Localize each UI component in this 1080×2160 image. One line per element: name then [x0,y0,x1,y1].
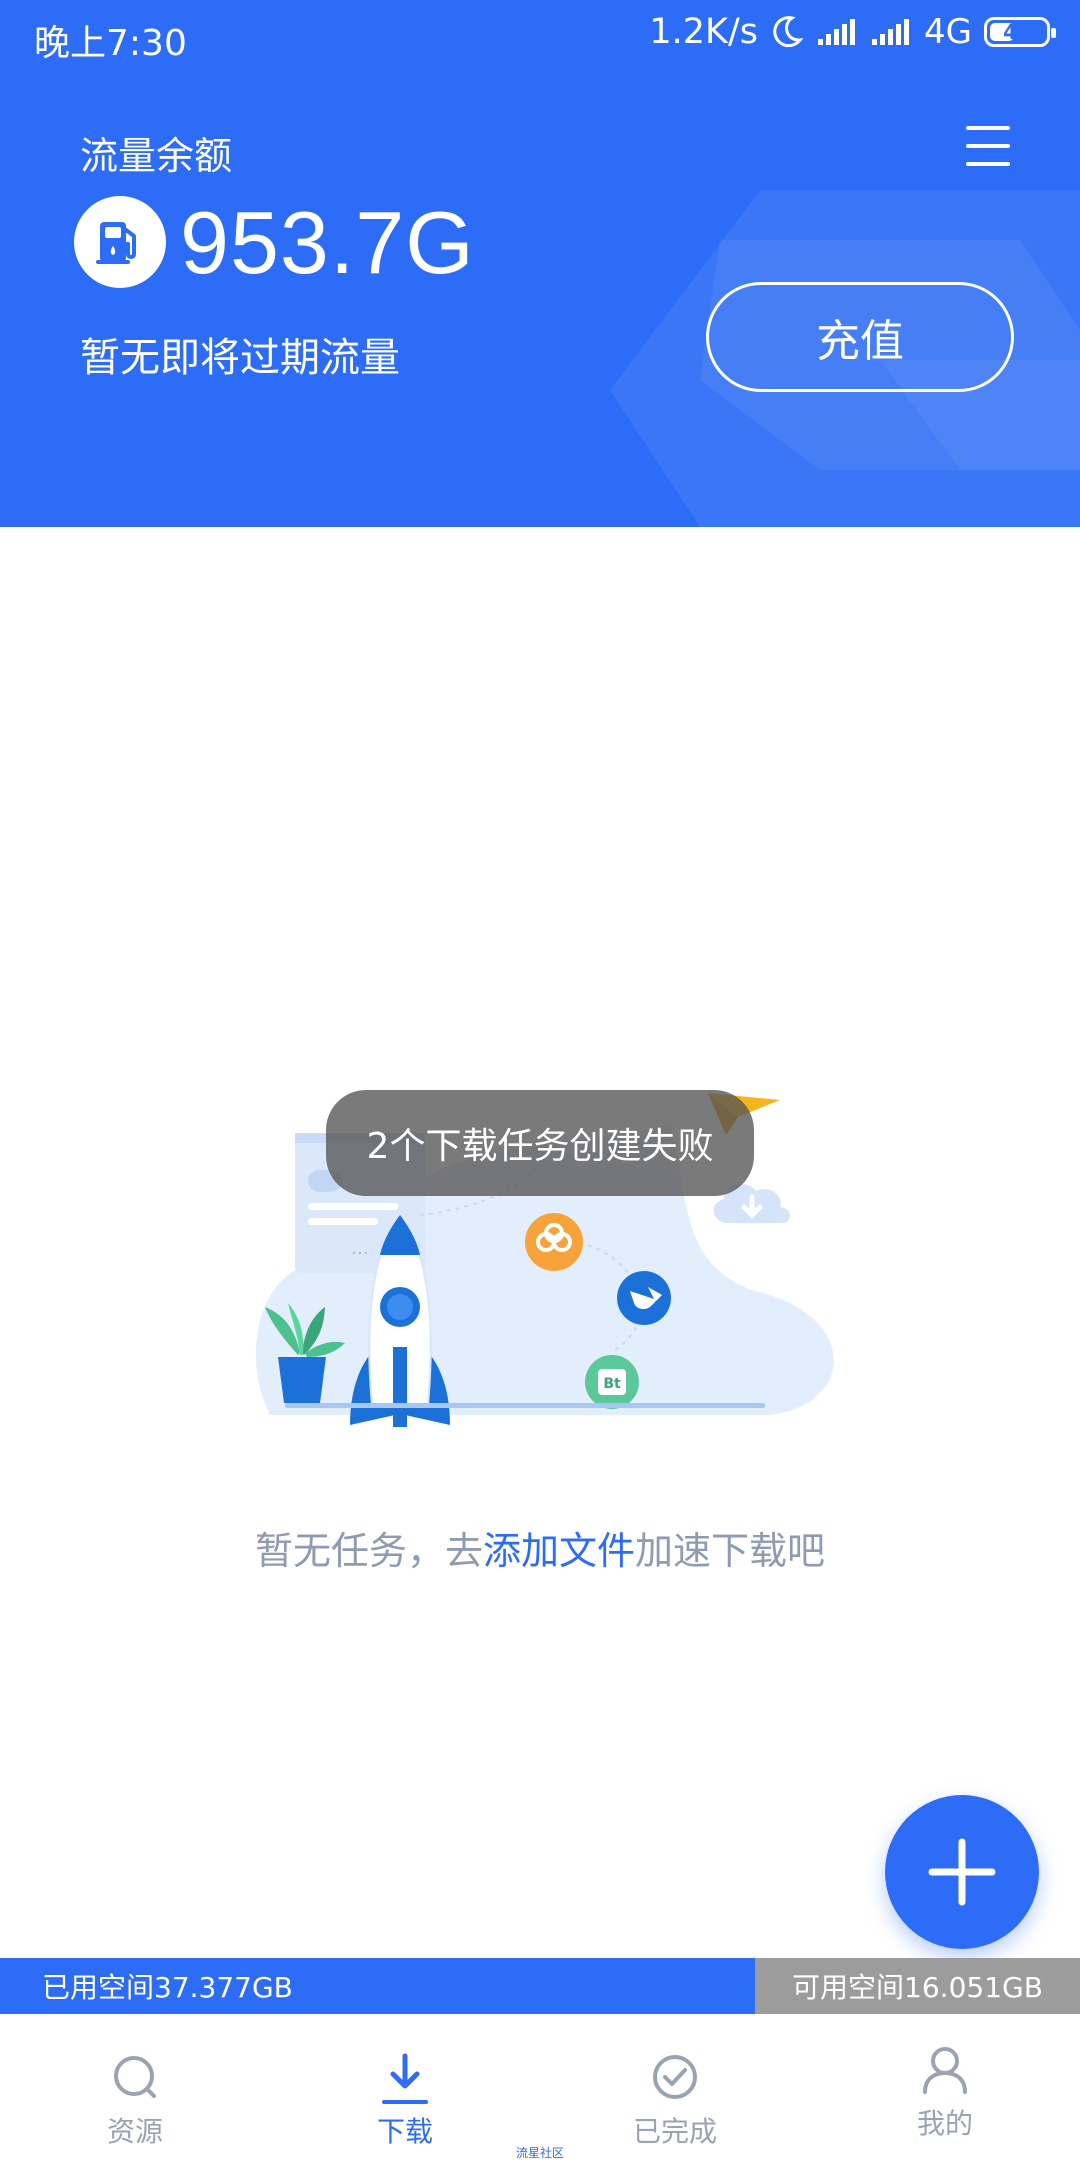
bottom-tab-bar: 资源 下载 已完成 我的 [0,2018,1080,2160]
used-space: 已用空间37.377GB [0,1958,755,2014]
tab-mine[interactable]: 我的 [810,2018,1080,2160]
svg-text:···: ··· [351,1243,368,1264]
add-task-button[interactable] [885,1795,1039,1949]
recharge-button[interactable]: 充值 [706,282,1014,392]
moon-icon [773,16,804,48]
tab-mine-label: 我的 [916,2107,973,2140]
plus-icon [928,1838,996,1906]
search-icon [114,2056,156,2098]
empty-message-suffix: 加速下载吧 [635,1529,826,1573]
tab-completed[interactable]: 已完成 [540,2018,810,2160]
baidu-cloud-icon [525,1213,583,1271]
tab-resources[interactable]: 资源 [0,2018,270,2160]
battery-level: 40 [1003,20,1031,44]
fuel-pump-badge [74,196,166,288]
watermark: 流星社区 [515,2146,564,2160]
network-speed: 1.2K/s [649,12,759,52]
header: 晚上7:30 1.2K/s 4G 40 流量余额 953.7G 暂无即将过期流量… [0,0,1080,527]
bt-badge-label: Bt [603,1376,621,1392]
balance-label: 流量余额 [80,134,233,178]
empty-message-prefix: 暂无任务，去 [254,1529,483,1573]
network-type: 4G [924,12,972,52]
storage-bar: 已用空间37.377GB 可用空间16.051GB [0,1958,1080,2014]
header-decoration [610,190,1080,527]
xunlei-bird-icon [617,1271,671,1325]
status-bar: 晚上7:30 1.2K/s 4G 40 [0,0,1080,70]
bt-icon: Bt [585,1355,639,1409]
free-space: 可用空间16.051GB [755,1958,1080,2014]
check-circle-icon [653,2055,697,2099]
tab-download[interactable]: 下载 [270,2018,540,2160]
battery-icon: 40 [984,17,1056,47]
status-time: 晚上7:30 [34,23,187,64]
user-icon [923,2047,967,2094]
fuel-pump-icon [96,222,136,264]
balance-value: 953.7G [180,193,475,292]
add-file-link[interactable]: 添加文件 [483,1529,635,1573]
expire-notice: 暂无即将过期流量 [80,335,400,381]
signal-icon-2 [872,19,910,45]
download-icon [390,2053,420,2089]
signal-icon-1 [818,19,856,45]
tab-active-indicator [382,2100,428,2104]
empty-message: 暂无任务，去添加文件加速下载吧 [0,1520,1080,1575]
menu-button[interactable] [962,122,1020,172]
error-toast: 2个下载任务创建失败 [326,1090,754,1196]
